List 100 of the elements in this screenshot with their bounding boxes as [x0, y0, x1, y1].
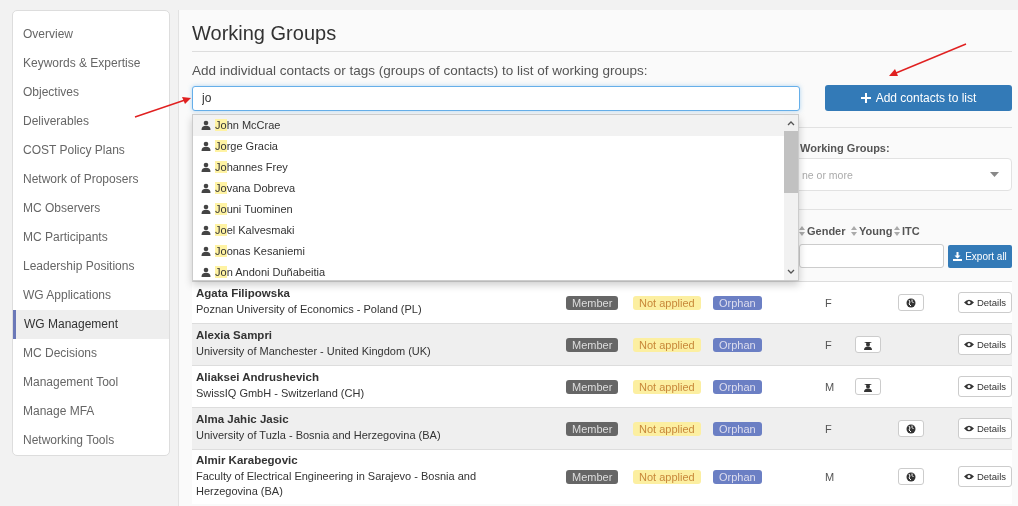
globe-icon — [906, 297, 916, 308]
suggestion-item[interactable]: John McCrae — [193, 114, 784, 136]
scroll-down-icon[interactable] — [787, 268, 795, 275]
eye-icon — [963, 299, 974, 306]
sidebar-item[interactable]: Management Tool — [13, 368, 169, 397]
globe-icon — [906, 423, 916, 434]
sidebar-item[interactable]: Deliverables — [13, 107, 169, 136]
role-label: Member — [566, 379, 619, 394]
status-label: Orphan — [713, 379, 762, 394]
status-label: Orphan — [713, 421, 762, 436]
member-name: Almir Karabegovic — [196, 454, 299, 466]
filter-label: Working Groups: — [800, 142, 891, 154]
sidebar-item[interactable]: Keywords & Expertise — [13, 49, 169, 78]
gender-text: M — [824, 380, 836, 393]
sidebar-item[interactable]: Objectives — [13, 78, 169, 107]
suggestion-name: Jorge Gracia — [215, 140, 278, 152]
member-name: Alexia Sampri — [196, 329, 274, 342]
gender-text: F — [824, 422, 833, 435]
eye-icon — [963, 383, 974, 390]
member-name: Aliaksei Andrushevich — [196, 371, 320, 384]
person-icon — [201, 120, 211, 130]
graduate-button[interactable] — [855, 378, 881, 395]
person-icon — [201, 246, 211, 256]
select-placeholder: ne or more — [802, 168, 853, 181]
column-header[interactable]: ITC — [902, 225, 920, 237]
member-affiliation: University of Manchester - United Kingdom (UK) — [196, 344, 432, 360]
person-icon — [201, 225, 211, 235]
application-label: Not applied — [633, 469, 701, 484]
person-icon — [201, 141, 211, 151]
sidebar-item[interactable]: Manage MFA — [13, 397, 169, 426]
globe-button[interactable] — [898, 294, 924, 311]
person-icon — [201, 162, 211, 172]
graduate-button[interactable] — [855, 336, 881, 353]
role-label: Member — [566, 337, 619, 352]
suggestion-name: Jouni Tuominen — [215, 203, 293, 215]
sidebar-item[interactable]: MC Observers — [13, 194, 169, 223]
member-affiliation: Faculty of Electrical Engineering in Sarajevo - Bosnia and Herzegovina (BA) — [196, 469, 478, 500]
column-header[interactable]: Young — [859, 225, 893, 237]
suggestion-name: John McCrae — [215, 119, 281, 131]
graduate-icon — [863, 381, 873, 392]
member-affiliation: Poznan University of Economics - Poland (PL) — [196, 302, 423, 318]
sidebar-item[interactable]: Networking Tools — [13, 426, 169, 455]
role-label: Member — [566, 295, 619, 310]
person-icon — [201, 204, 211, 214]
globe-button[interactable] — [898, 420, 924, 437]
member-name: Alma Jahic Jasic — [196, 413, 290, 426]
filter-field[interactable] — [799, 244, 944, 268]
download-icon — [953, 251, 963, 261]
details-button[interactable]: Details — [958, 292, 1012, 313]
status-label: Orphan — [713, 337, 762, 352]
details-button[interactable]: Details — [958, 376, 1012, 397]
eye-icon — [963, 341, 974, 348]
suggestion-name: Joel Kalvesmaki — [215, 224, 295, 236]
globe-button[interactable] — [898, 468, 924, 486]
page-title: Working Groups — [192, 18, 1012, 52]
contact-search-field[interactable]: jo — [192, 85, 800, 111]
details-button[interactable]: Details — [958, 466, 1012, 488]
suggestion-name: Jovana Dobreva — [215, 182, 296, 194]
scrollbar[interactable] — [784, 114, 798, 280]
globe-icon — [906, 471, 916, 482]
application-label: Not applied — [633, 337, 701, 352]
gender-text: F — [824, 296, 833, 309]
suggestion-name: Johannes Frey — [215, 161, 288, 173]
eye-icon — [963, 473, 974, 481]
status-label: Orphan — [713, 295, 762, 310]
application-label: Not applied — [633, 295, 701, 310]
person-icon — [201, 183, 211, 193]
suggestion-name: Jon Andoni Duñabeitia — [215, 266, 326, 278]
export-button[interactable]: Export all — [948, 244, 1012, 268]
application-label: Not applied — [633, 379, 701, 394]
eye-icon — [963, 425, 974, 432]
sidebar-item[interactable]: Leadership Positions — [13, 252, 169, 281]
graduate-icon — [863, 339, 873, 350]
suggestion-name: Joonas Kesaniemi — [215, 245, 305, 257]
sidebar-item[interactable]: MC Decisions — [13, 339, 169, 368]
gender-text: M — [824, 470, 836, 483]
details-button[interactable]: Details — [958, 334, 1012, 355]
member-name: Agata Filipowska — [196, 287, 291, 300]
sidebar-item[interactable]: COST Policy Plans — [13, 136, 169, 165]
add-contacts-label: Add individual contacts or tags (groups of contacts) to list of working groups: — [192, 63, 649, 78]
caret-icon — [990, 172, 999, 177]
sidebar-item[interactable]: Overview — [13, 20, 169, 49]
sidebar-item[interactable]: WG Management — [13, 310, 169, 339]
scroll-up-icon[interactable] — [787, 119, 795, 126]
application-label: Not applied — [633, 421, 701, 436]
details-button[interactable]: Details — [958, 418, 1012, 439]
sidebar-item[interactable]: MC Participants — [13, 223, 169, 252]
sidebar-item[interactable]: Network of Proposers — [13, 165, 169, 194]
person-icon — [201, 267, 211, 277]
role-label: Member — [566, 469, 619, 484]
gender-text: F — [824, 338, 833, 351]
member-affiliation: SwissIQ GmbH - Switzerland (CH) — [196, 386, 366, 402]
add-contacts-button[interactable]: Add contacts to list — [825, 85, 1012, 111]
status-label: Orphan — [713, 469, 762, 484]
column-header[interactable]: Gender — [807, 225, 846, 237]
sidebar-item[interactable]: WG Applications — [13, 281, 169, 310]
plus-icon — [860, 93, 871, 103]
member-affiliation: University of Tuzla - Bosnia and Herzegovina (BA) — [196, 428, 442, 444]
scrollbar-thumb[interactable] — [784, 130, 798, 193]
role-label: Member — [566, 421, 619, 436]
